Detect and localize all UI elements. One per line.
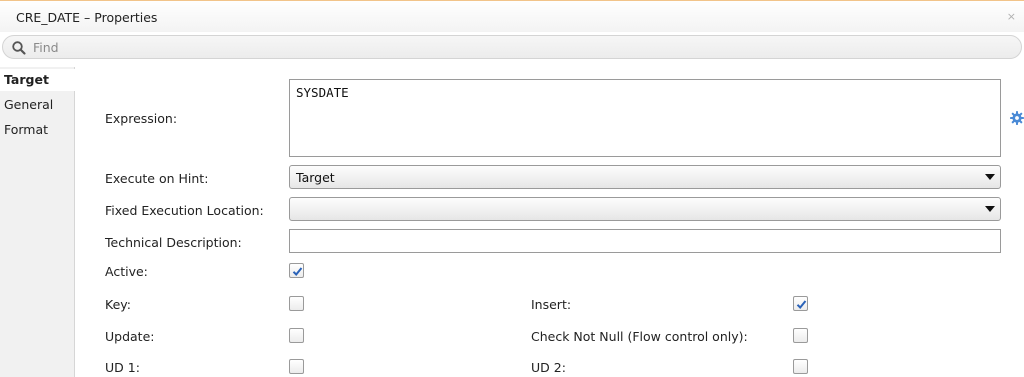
execute-on-hint-select[interactable]: Target [289,165,1001,189]
ud1-label: UD 1: [105,360,140,375]
key-label: Key: [105,297,131,312]
fixed-execution-location-select[interactable] [289,197,1001,221]
technical-description-label: Technical Description: [105,235,242,250]
ud1-checkbox[interactable] [289,359,304,374]
technical-description-input[interactable] [289,229,1001,253]
checkmark-icon [796,300,807,309]
expression-field[interactable]: SYSDATE [289,79,1001,157]
update-checkbox[interactable] [289,328,304,343]
chevron-down-icon [985,174,995,180]
execute-on-hint-value: Target [296,170,335,185]
checkmark-icon [292,267,303,276]
active-checkbox[interactable] [289,263,304,278]
close-icon[interactable]: × [1007,10,1016,23]
key-checkbox[interactable] [289,296,304,311]
sidebar: Target General Format [0,67,76,377]
title-bar: CRE_DATE – Properties × [0,0,1024,32]
insert-checkbox[interactable] [793,296,808,311]
tab-format-label: Format [4,122,49,137]
fixed-execution-location-label: Fixed Execution Location: [105,203,264,218]
tab-format[interactable]: Format [0,119,75,141]
expression-value: SYSDATE [296,85,349,100]
execute-on-hint-label: Execute on Hint: [105,171,209,186]
ud2-checkbox[interactable] [793,359,808,374]
search-bar [0,32,1024,63]
check-not-null-label: Check Not Null (Flow control only): [531,329,748,344]
expression-label: Expression: [105,111,178,126]
tab-target-label: Target [4,72,49,87]
gear-icon[interactable] [1009,110,1024,126]
tab-general[interactable]: General [0,94,75,116]
insert-label: Insert: [531,297,572,312]
tab-general-label: General [4,97,54,112]
search-icon [12,41,26,55]
search-input[interactable] [31,38,931,57]
tab-target[interactable]: Target [0,69,76,91]
chevron-down-icon [985,206,995,212]
check-not-null-checkbox[interactable] [793,328,808,343]
update-label: Update: [105,329,155,344]
active-label: Active: [105,264,148,279]
window-title: CRE_DATE – Properties [16,10,158,25]
search-box [2,35,1022,59]
ud2-label: UD 2: [531,360,566,375]
